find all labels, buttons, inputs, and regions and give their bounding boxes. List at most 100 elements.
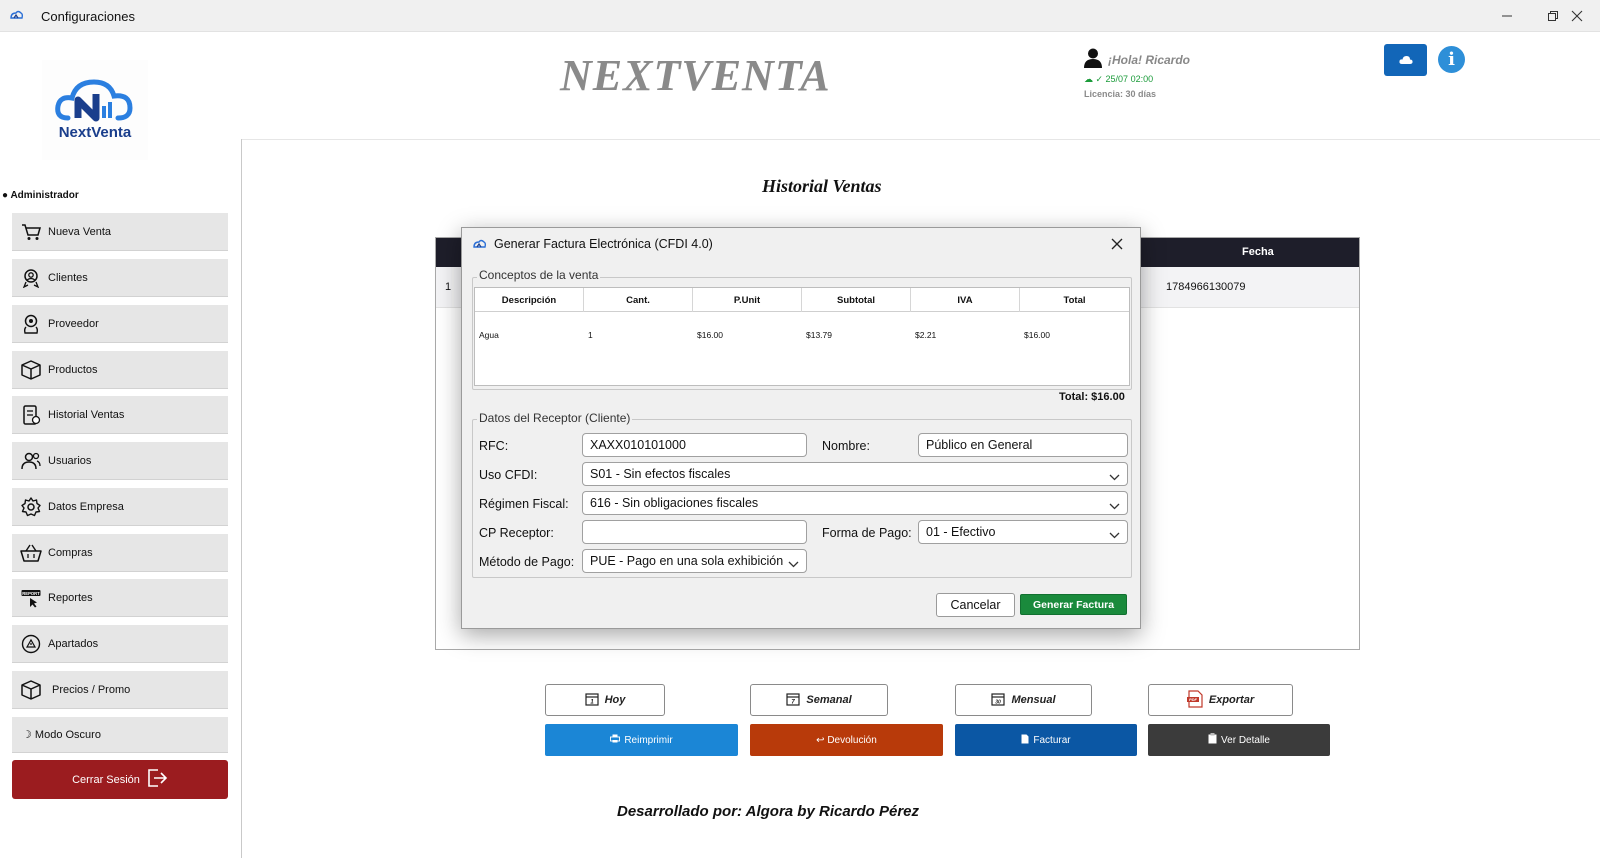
forma-pago-select[interactable]: 01 - Efectivo (918, 520, 1128, 544)
sidebar-item-label: Nueva Venta (48, 225, 111, 238)
column-header: IVA (911, 288, 1020, 312)
chevron-down-icon (1109, 528, 1120, 542)
invoice-dialog: Generar Factura Electrónica (CFDI 4.0) C… (461, 227, 1141, 629)
sidebar-item-label: Datos Empresa (48, 500, 124, 513)
nombre-input[interactable]: Público en General (918, 433, 1128, 457)
basket-icon (20, 542, 42, 564)
clipboard-icon (1208, 733, 1217, 747)
header-divider (242, 139, 1600, 140)
sidebar-item-datos-empresa[interactable]: Datos Empresa (12, 488, 228, 526)
sync-status: ☁ ✓ 25/07 02:00 (1084, 74, 1154, 84)
concepts-table: Descripción Cant. P.Unit Subtotal IVA To… (474, 287, 1130, 386)
cell-punit: $16.00 (697, 330, 723, 340)
gear-icon (20, 496, 42, 518)
svg-text:PDF: PDF (1189, 697, 1198, 702)
sidebar-item-clientes[interactable]: Clientes (12, 259, 228, 297)
users-icon (20, 450, 42, 472)
action-label: Reimprimir (624, 734, 673, 746)
cell-cant: 1 (588, 330, 593, 340)
sidebar-item-reportes[interactable]: REPORT Reportes (12, 579, 228, 617)
invoice-button[interactable]: Facturar (955, 724, 1137, 756)
report-icon: REPORT (20, 587, 42, 609)
filter-weekly-button[interactable]: 7 Semanal (750, 684, 888, 716)
pdf-icon: PDF (1186, 689, 1203, 711)
filter-monthly-button[interactable]: 30 Mensual (955, 684, 1092, 716)
calendar-icon: 30 (991, 692, 1006, 709)
metodo-pago-label: Método de Pago: (479, 555, 575, 569)
calendar-icon: 1 (585, 692, 599, 709)
logout-icon (146, 768, 168, 791)
close-icon (1111, 238, 1123, 250)
info-button[interactable]: i (1438, 46, 1465, 73)
forma-pago-value: 01 - Efectivo (926, 525, 996, 539)
logout-button[interactable]: Cerrar Sesión (12, 760, 228, 799)
filter-label: Mensual (1011, 694, 1056, 706)
sidebar-item-historial-ventas[interactable]: Historial Ventas (12, 396, 228, 434)
regimen-label: Régimen Fiscal: (479, 497, 569, 511)
total-label: Total: $16.00 (1059, 391, 1125, 403)
company-logo: NextVenta (42, 60, 148, 160)
sidebar-item-label: Reportes (48, 591, 93, 604)
sidebar-item-proveedor[interactable]: Proveedor (12, 305, 228, 343)
export-button[interactable]: PDF Exportar (1148, 684, 1293, 716)
regimen-value: 616 - Sin obligaciones fiscales (590, 496, 759, 510)
sidebar-item-precios-promo[interactable]: Precios / Promo (12, 671, 228, 709)
cart-icon (20, 221, 42, 243)
layaway-icon (20, 633, 42, 655)
sidebar-item-label: Usuarios (48, 454, 92, 467)
uso-cfdi-label: Uso CFDI: (479, 468, 538, 482)
cloud-icon (1398, 56, 1413, 64)
return-button[interactable]: ↩ Devolución (750, 724, 943, 756)
column-header: Cant. (584, 288, 693, 312)
sidebar-item-modo-oscuro[interactable]: ☽ Modo Oscuro (12, 717, 228, 753)
sidebar-item-label: Apartados (48, 637, 99, 650)
sidebar-item-label: Productos (48, 363, 98, 376)
column-header: Subtotal (802, 288, 911, 312)
rfc-input[interactable]: XAXX010101000 (582, 433, 807, 457)
regimen-select[interactable]: 616 - Sin obligaciones fiscales (582, 491, 1128, 515)
close-button[interactable] (1554, 0, 1600, 32)
cell-total: $16.00 (1024, 330, 1050, 340)
receptor-group-label: Datos del Receptor (Cliente) (477, 411, 633, 425)
printer-icon (610, 734, 621, 746)
concepts-table-header: Descripción Cant. P.Unit Subtotal IVA To… (475, 288, 1129, 312)
metodo-pago-select[interactable]: PUE - Pago en una sola exhibición (582, 549, 807, 573)
action-label: Ver Detalle (1221, 734, 1270, 746)
sidebar-item-label: Precios / Promo (52, 683, 131, 696)
rfc-label: RFC: (479, 439, 509, 453)
view-detail-button[interactable]: Ver Detalle (1148, 724, 1330, 756)
logo-text: NextVenta (59, 124, 132, 141)
cancel-button[interactable]: Cancelar (936, 593, 1015, 617)
calendar-icon: 7 (786, 692, 800, 709)
uso-cfdi-select[interactable]: S01 - Sin efectos fiscales (582, 462, 1128, 486)
generate-invoice-button[interactable]: Generar Factura (1020, 594, 1127, 615)
filter-today-button[interactable]: 1 Hoy (545, 684, 665, 716)
history-icon (20, 404, 42, 426)
concepts-group-label: Conceptos de la venta (477, 268, 601, 282)
close-icon (1571, 10, 1583, 22)
minimize-button[interactable] (1484, 0, 1530, 32)
reprint-button[interactable]: Reimprimir (545, 724, 738, 756)
logout-label: Cerrar Sesión (72, 773, 140, 786)
app-icon (472, 238, 487, 256)
sidebar-item-apartados[interactable]: Apartados (12, 625, 228, 663)
cp-input[interactable] (582, 520, 807, 544)
sidebar-item-productos[interactable]: Productos (12, 351, 228, 389)
sidebar-item-nueva-venta[interactable]: Nueva Venta (12, 213, 228, 251)
sidebar-item-compras[interactable]: Compras (12, 534, 228, 572)
box-icon (20, 359, 42, 381)
dialog-close-button[interactable] (1106, 234, 1128, 254)
box-icon (20, 679, 42, 701)
user-icon (1084, 48, 1102, 73)
forma-pago-label: Forma de Pago: (822, 526, 912, 540)
filter-label: Semanal (806, 694, 852, 706)
sidebar-item-label: Compras (48, 546, 93, 559)
column-header-fecha: Fecha (1242, 246, 1274, 258)
app-window: Configuraciones NextVenta NEXTVENTA ¡Hol… (0, 0, 1600, 858)
sidebar-item-usuarios[interactable]: Usuarios (12, 442, 228, 480)
column-header: Total (1063, 294, 1086, 306)
cloud-sync-button[interactable] (1384, 44, 1427, 76)
column-header: P.Unit (693, 288, 802, 312)
chevron-down-icon (1109, 499, 1120, 513)
greeting-text: ¡Hola! Ricardo (1108, 53, 1191, 67)
